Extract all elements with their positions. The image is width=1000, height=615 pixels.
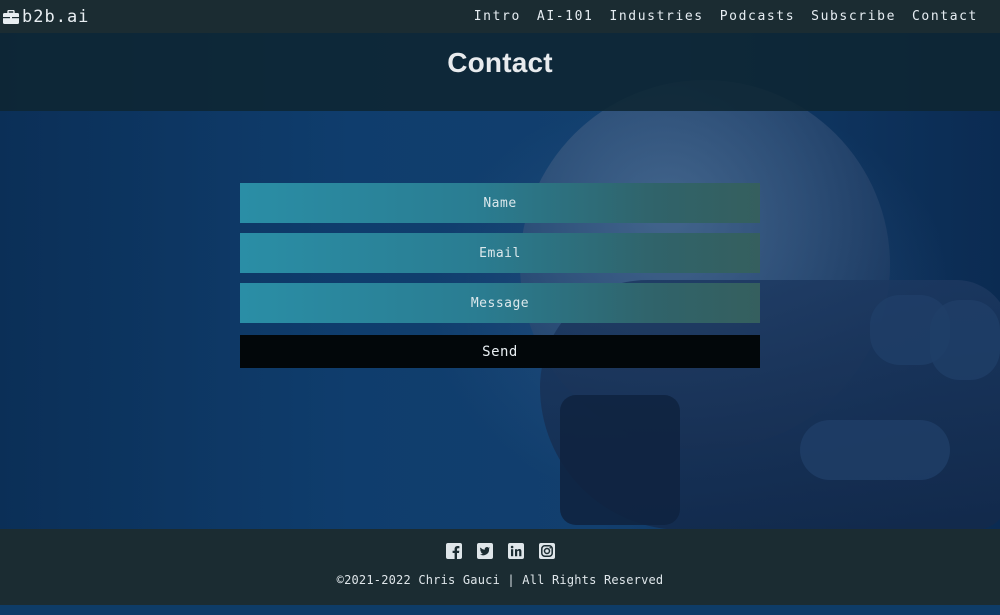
send-button[interactable]: Send <box>240 335 760 368</box>
nav-intro[interactable]: Intro <box>474 9 521 24</box>
twitter-icon[interactable] <box>476 543 493 559</box>
message-field[interactable] <box>240 283 760 323</box>
background-wrist <box>560 395 680 525</box>
brand-logo[interactable]: b2b.ai <box>3 7 89 27</box>
name-field[interactable] <box>240 183 760 223</box>
facebook-icon[interactable] <box>445 543 462 559</box>
top-navbar: b2b.ai Intro AI-101 Industries Podcasts … <box>0 0 1000 33</box>
nav-industries[interactable]: Industries <box>609 9 703 24</box>
footer: ©2021-2022 Chris Gauci | All Rights Rese… <box>0 529 1000 605</box>
bottom-strip <box>0 605 1000 615</box>
nav-contact[interactable]: Contact <box>912 9 978 24</box>
background-finger <box>800 420 950 480</box>
social-links <box>0 543 1000 559</box>
instagram-icon[interactable] <box>538 543 555 559</box>
background-finger <box>930 300 1000 380</box>
linkedin-icon[interactable] <box>507 543 524 559</box>
nav-ai-101[interactable]: AI-101 <box>537 9 594 24</box>
page-header: Contact <box>0 33 1000 111</box>
brand-name: b2b.ai <box>22 6 90 27</box>
nav-links: Intro AI-101 Industries Podcasts Subscri… <box>458 9 978 24</box>
email-field[interactable] <box>240 233 760 273</box>
page-title: Contact <box>447 47 553 78</box>
nav-podcasts[interactable]: Podcasts <box>720 9 795 24</box>
copyright-text: ©2021-2022 Chris Gauci | All Rights Rese… <box>336 573 664 587</box>
briefcase-icon <box>3 9 19 24</box>
nav-subscribe[interactable]: Subscribe <box>811 9 896 24</box>
contact-form: Send <box>240 183 760 368</box>
